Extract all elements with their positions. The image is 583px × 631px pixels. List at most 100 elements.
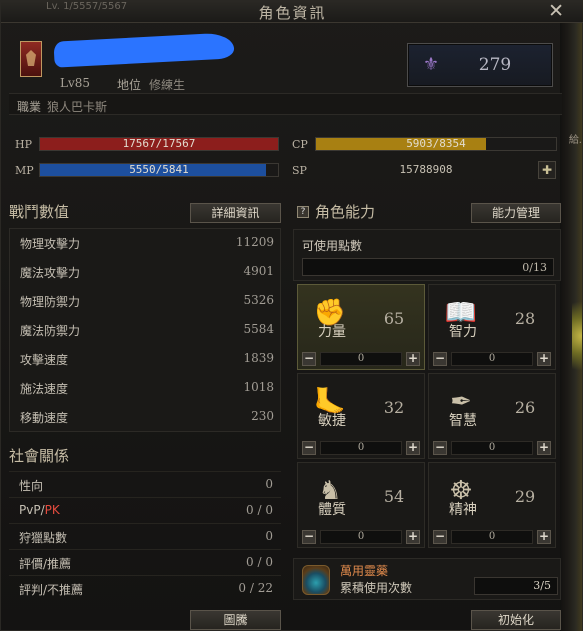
ability-cell-wisdom[interactable]: ✒ 智慧 26 − 0 +: [428, 373, 556, 459]
stat-value: 5584: [243, 322, 274, 336]
available-points-panel: 可使用點數 0/13: [293, 229, 561, 281]
totem-button[interactable]: 圖騰: [190, 610, 281, 630]
hp-label: HP: [15, 138, 32, 151]
rank-value: 修練生: [149, 78, 186, 92]
available-points-value: 0/13: [522, 261, 547, 274]
close-icon[interactable]: ✕: [548, 0, 564, 22]
plus-button[interactable]: +: [406, 441, 420, 455]
plus-button[interactable]: +: [537, 441, 551, 455]
stat-row: 攻擊速度 1839: [10, 345, 282, 374]
ability-cell-dexterity[interactable]: 🦶 敏捷 32 − 0 +: [297, 373, 425, 459]
stat-name: 攻擊速度: [20, 353, 69, 367]
ability-step-value: 0: [320, 441, 402, 455]
hp-bar: 17567/17567: [39, 137, 279, 151]
sp-value: 15788908: [399, 163, 453, 176]
ability-value: 32: [383, 398, 405, 417]
reset-button[interactable]: 初始化: [471, 610, 561, 630]
social-name: 評價/推薦: [19, 557, 72, 571]
stat-name: 施法速度: [20, 382, 69, 396]
mp-bar: 5550/5841: [39, 163, 279, 177]
stat-row: 施法速度 1018: [10, 374, 282, 403]
stat-name: 移動速度: [20, 411, 69, 425]
mp-value: 5550/5841: [129, 163, 189, 176]
social-row: 性向 0: [9, 471, 281, 497]
ability-step-value: 0: [451, 441, 533, 455]
ability-stepper: − 0 +: [431, 351, 553, 367]
cp-value: 5903/8354: [406, 137, 466, 150]
sp-potion-icon[interactable]: ✚: [538, 161, 556, 179]
plus-button[interactable]: +: [537, 352, 551, 366]
ability-name: 智力: [449, 324, 477, 340]
minus-button[interactable]: −: [302, 352, 316, 366]
ability-step-value: 0: [451, 530, 533, 544]
help-icon[interactable]: ?: [297, 206, 309, 218]
mp-label: MP: [15, 164, 34, 177]
elixir-panel: 萬用靈藥 累積使用次數 3/5: [293, 558, 561, 600]
title-bar[interactable]: Lv. 1/5557/5567 角色資訊 ✕: [1, 0, 583, 23]
minus-button[interactable]: −: [302, 530, 316, 544]
elixir-name: 萬用靈藥: [340, 564, 389, 578]
minus-button[interactable]: −: [433, 441, 447, 455]
ability-name: 敏捷: [318, 413, 346, 429]
ability-value: 28: [514, 309, 536, 328]
ability-stepper: − 0 +: [300, 529, 422, 545]
stat-row: 物理防禦力 5326: [10, 287, 282, 316]
ability-cell-strength[interactable]: ✊ 力量 65 − 0 +: [297, 284, 425, 370]
character-info-window: 給. Lv. 1/5557/5567 角色資訊 ✕ Lv85 地位 修練生 職業狼…: [0, 0, 583, 631]
stat-name: 魔法攻擊力: [20, 266, 81, 280]
plus-button[interactable]: +: [406, 530, 420, 544]
elixir-icon: [302, 565, 330, 595]
available-points-label: 可使用點數: [302, 239, 363, 253]
combat-stats-panel: 物理攻擊力 11209 魔法攻擊力 4901 物理防禦力 5326 魔法防禦力 …: [9, 228, 281, 432]
cp-bar: 5903/8354: [315, 137, 557, 151]
stat-value: 4901: [243, 264, 274, 278]
ability-stepper: − 0 +: [431, 440, 553, 456]
minus-button[interactable]: −: [433, 530, 447, 544]
sp-label: SP: [292, 164, 307, 177]
social-name: 性向: [19, 479, 44, 493]
ability-cell-constitution[interactable]: ♞ 體質 54 − 0 +: [297, 462, 425, 548]
ability-name: 智慧: [449, 413, 477, 429]
ability-value: 65: [383, 309, 405, 328]
ability-cell-intelligence[interactable]: 📖 智力 28 − 0 +: [428, 284, 556, 370]
social-title: 社會關係: [9, 447, 70, 465]
vitals-section: HP 17567/17567 CP 5903/8354 MP 5550/5841…: [9, 131, 562, 181]
plus-button[interactable]: +: [406, 352, 420, 366]
cp-label: CP: [292, 138, 308, 151]
stat-name: 物理防禦力: [20, 295, 81, 309]
plus-button[interactable]: +: [537, 530, 551, 544]
stat-name: 物理攻擊力: [20, 237, 81, 251]
score-box: ⚜ 279: [407, 43, 553, 87]
elixir-usage-label: 累積使用次數: [340, 581, 413, 595]
stat-name: 魔法防禦力: [20, 324, 81, 338]
minus-button[interactable]: −: [302, 441, 316, 455]
ability-cell-mentality[interactable]: ☸ 精神 29 − 0 +: [428, 462, 556, 548]
social-row: PvP/PK 0 / 0: [9, 497, 281, 523]
class-crest-icon: [20, 41, 42, 77]
available-points-bar: 0/13: [302, 258, 554, 276]
stat-value: 1839: [243, 351, 274, 365]
social-panel: 性向 0 PvP/PK 0 / 0 狩獵點數 0 評價/推薦 0 / 0 評判/…: [9, 471, 281, 601]
stat-value: 11209: [235, 235, 274, 249]
details-button[interactable]: 詳細資訊: [190, 203, 281, 223]
window-title: 角色資訊: [258, 4, 327, 22]
ability-name: 體質: [318, 502, 346, 518]
ability-manage-button[interactable]: 能力管理: [471, 203, 561, 223]
social-name: 狩獵點數: [19, 531, 68, 545]
rank-line: 地位 修練生: [117, 76, 185, 93]
ability-name: 力量: [318, 324, 346, 340]
pk-label: PK: [44, 503, 60, 517]
score-value: 279: [478, 55, 512, 75]
social-value: 0 / 0: [246, 555, 273, 569]
ability-value: 26: [514, 398, 536, 417]
social-name: PvP/PK: [19, 503, 60, 517]
stat-value: 5326: [243, 293, 274, 307]
social-name: 評判/不推薦: [19, 583, 84, 597]
social-value: 0 / 0: [246, 503, 273, 517]
social-value: 0: [265, 477, 273, 491]
stat-row: 魔法攻擊力 4901: [10, 258, 282, 287]
minus-button[interactable]: −: [433, 352, 447, 366]
stat-value: 230: [251, 409, 274, 423]
score-emblem-icon: ⚜: [422, 54, 440, 75]
combat-stats-title: 戰鬥數值: [9, 203, 70, 221]
